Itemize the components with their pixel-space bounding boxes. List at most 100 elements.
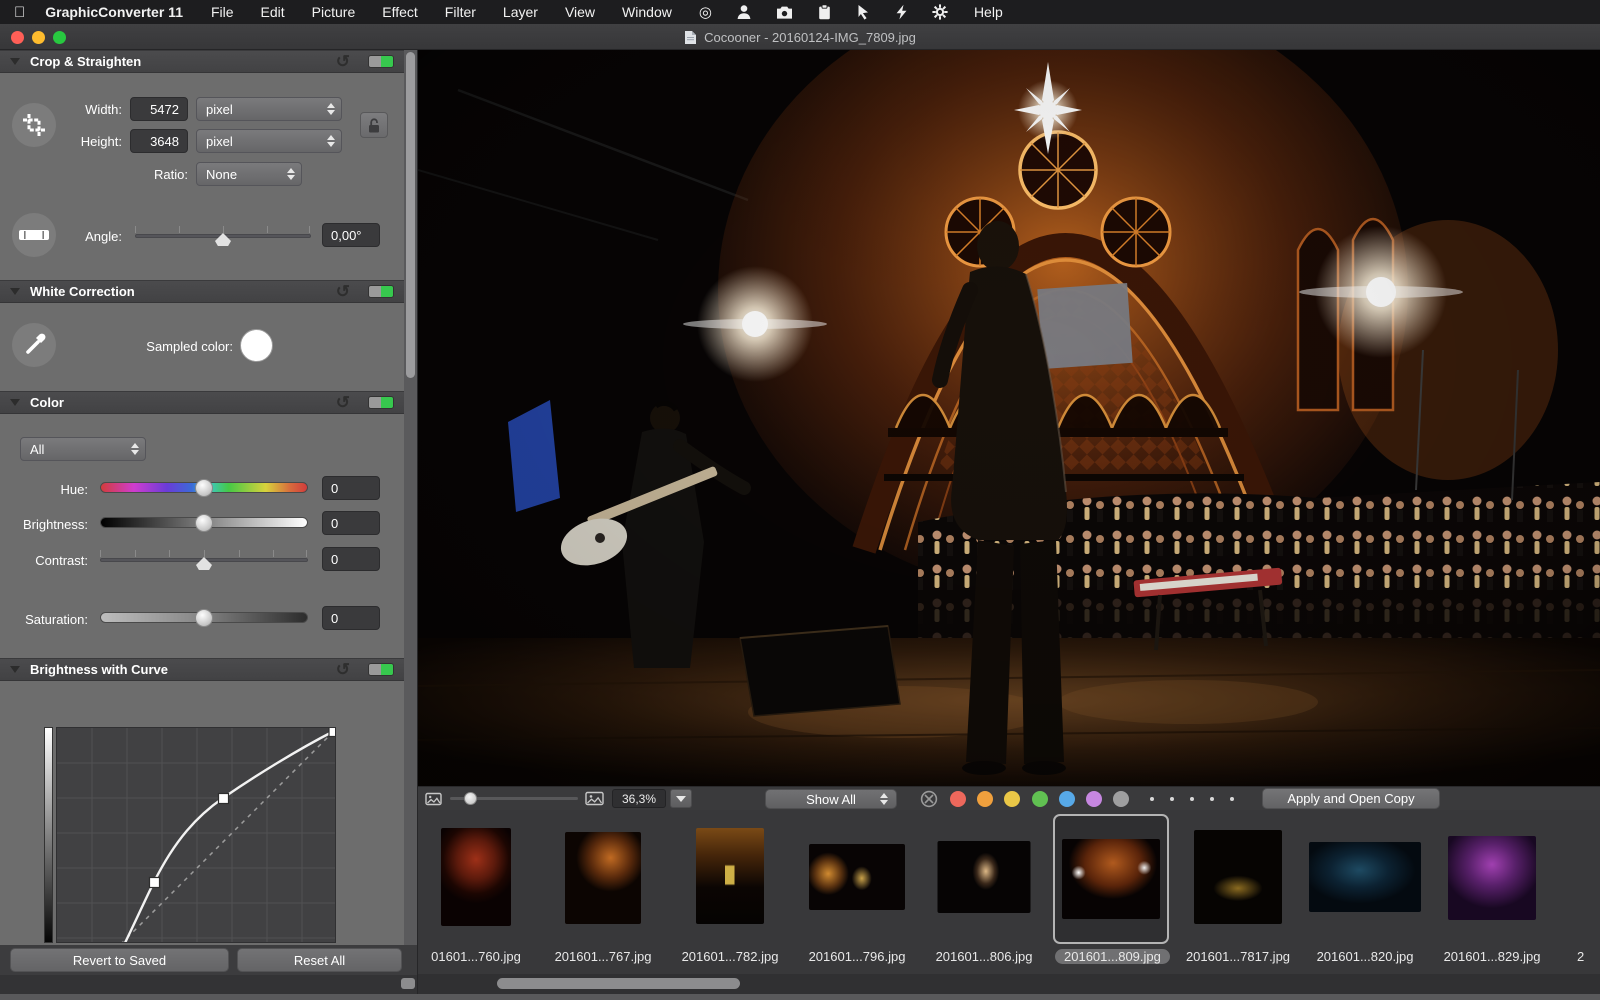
cursor-icon[interactable] — [856, 4, 871, 20]
gear-icon[interactable] — [932, 4, 948, 20]
filmstrip-item[interactable]: 201601...7817.jpg — [1182, 810, 1294, 974]
app-menu[interactable]: GraphicConverter 11 — [45, 4, 183, 20]
thumbnail-image[interactable] — [696, 828, 764, 924]
label-orange-button[interactable] — [977, 791, 993, 807]
panel-reset-button[interactable]: ↺ — [336, 660, 350, 680]
panel-enable-toggle[interactable] — [368, 663, 394, 676]
hue-slider[interactable] — [100, 478, 308, 498]
panel-enable-toggle[interactable] — [368, 285, 394, 298]
clipboard-icon[interactable] — [817, 4, 832, 20]
curve-panel-header[interactable]: Brightness with Curve ↺ — [0, 658, 404, 681]
label-blue-button[interactable] — [1059, 791, 1075, 807]
aspect-lock-button[interactable] — [360, 112, 388, 138]
filmstrip-item[interactable]: 201601...829.jpg — [1436, 810, 1548, 974]
saturation-slider[interactable] — [100, 608, 308, 628]
sidebar-scrollbar[interactable] — [404, 50, 417, 945]
no-label-icon[interactable] — [920, 790, 938, 808]
reset-all-button[interactable]: Reset All — [237, 948, 402, 972]
thumbnail-image[interactable] — [565, 832, 641, 924]
thumbnail-image[interactable] — [938, 841, 1031, 913]
label-gray-button[interactable] — [1113, 791, 1129, 807]
menu-picture[interactable]: Picture — [312, 4, 356, 20]
sidebar-scrollbar-thumb[interactable] — [406, 52, 415, 378]
brightness-slider[interactable] — [100, 513, 308, 533]
filmstrip-item-selected[interactable]: 201601...809.jpg — [1055, 810, 1167, 974]
filmstrip-scrollbar-thumb[interactable] — [497, 978, 740, 989]
angle-slider[interactable] — [135, 225, 311, 245]
menu-help[interactable]: Help — [974, 4, 1003, 20]
flash-icon[interactable] — [895, 4, 908, 20]
width-input[interactable]: 5472 — [130, 97, 188, 121]
channel-dropdown[interactable]: All — [20, 437, 146, 461]
height-unit-dropdown[interactable]: pixel — [196, 129, 342, 153]
height-input[interactable]: 3648 — [130, 129, 188, 153]
rating-dot-3[interactable] — [1190, 797, 1194, 801]
saturation-value-field[interactable]: 0 — [322, 606, 380, 630]
width-unit-dropdown[interactable]: pixel — [196, 97, 342, 121]
sampled-color-swatch[interactable] — [240, 329, 273, 362]
thumbnail-image[interactable] — [1062, 839, 1160, 919]
zoom-level-field[interactable]: 36,3% — [612, 789, 666, 808]
filter-dropdown[interactable]: Show All — [765, 789, 897, 809]
photo-canvas[interactable] — [418, 50, 1600, 786]
menu-filter[interactable]: Filter — [445, 4, 476, 20]
rating-dot-2[interactable] — [1170, 797, 1174, 801]
thumbnail-image[interactable] — [1194, 830, 1282, 924]
label-red-button[interactable] — [950, 791, 966, 807]
filmstrip-item[interactable]: 201601...820.jpg — [1309, 810, 1421, 974]
menu-view[interactable]: View — [565, 4, 595, 20]
filmstrip-item[interactable]: 201601...806.jpg — [928, 810, 1040, 974]
menu-window[interactable]: Window — [622, 4, 672, 20]
filmstrip-item[interactable]: 201601...767.jpg — [547, 810, 659, 974]
disclosure-triangle[interactable] — [10, 288, 20, 295]
label-yellow-button[interactable] — [1004, 791, 1020, 807]
angle-value-field[interactable]: 0,00° — [322, 223, 380, 247]
menu-layer[interactable]: Layer — [503, 4, 538, 20]
brightness-value-field[interactable]: 0 — [322, 511, 380, 535]
filmstrip-scrollbar[interactable] — [418, 974, 1600, 994]
panel-reset-button[interactable]: ↺ — [336, 393, 350, 413]
thumbnail-size-thumb[interactable] — [464, 792, 477, 805]
thumbnail-image[interactable] — [809, 844, 905, 910]
rating-dot-1[interactable] — [1150, 797, 1154, 801]
menu-file[interactable]: File — [211, 4, 234, 20]
disclosure-triangle[interactable] — [10, 58, 20, 65]
crop-panel-header[interactable]: Crop & Straighten ↺ — [0, 50, 404, 73]
filmstrip-item[interactable]: 01601...760.jpg — [420, 810, 532, 974]
panel-reset-button[interactable]: ↺ — [336, 282, 350, 302]
contrast-value-field[interactable]: 0 — [322, 547, 380, 571]
hue-value-field[interactable]: 0 — [322, 476, 380, 500]
menu-edit[interactable]: Edit — [261, 4, 285, 20]
filmstrip-item[interactable]: 2 — [1563, 810, 1600, 974]
panel-enable-toggle[interactable] — [368, 396, 394, 409]
brightness-slider-thumb[interactable] — [195, 514, 213, 532]
saturation-slider-thumb[interactable] — [195, 609, 213, 627]
thumbnail-image[interactable] — [1309, 842, 1421, 912]
filmstrip-item[interactable]: 201601...796.jpg — [801, 810, 913, 974]
color-panel-header[interactable]: Color ↺ — [0, 391, 404, 414]
menu-effect[interactable]: Effect — [382, 4, 418, 20]
white-panel-header[interactable]: White Correction ↺ — [0, 280, 404, 303]
user-icon[interactable] — [736, 4, 752, 20]
label-purple-button[interactable] — [1086, 791, 1102, 807]
zoom-dropdown-button[interactable] — [670, 789, 692, 808]
disclosure-triangle[interactable] — [10, 666, 20, 673]
thumbnail-size-slider[interactable] — [450, 797, 578, 800]
eyedropper-icon[interactable] — [12, 323, 56, 367]
panel-reset-button[interactable]: ↺ — [336, 52, 350, 72]
apple-menu-icon[interactable]:  — [14, 4, 25, 21]
filmstrip-item[interactable]: 201601...782.jpg — [674, 810, 786, 974]
contrast-slider[interactable] — [100, 549, 308, 569]
camera-icon[interactable] — [776, 5, 793, 20]
apply-and-open-copy-button[interactable]: Apply and Open Copy — [1262, 788, 1440, 809]
rating-dot-5[interactable] — [1230, 797, 1234, 801]
curve-editor[interactable] — [56, 727, 336, 943]
rating-dot-4[interactable] — [1210, 797, 1214, 801]
thumbnail-image[interactable] — [441, 828, 511, 926]
label-green-button[interactable] — [1032, 791, 1048, 807]
disclosure-triangle[interactable] — [10, 399, 20, 406]
hue-slider-thumb[interactable] — [195, 479, 213, 497]
ratio-dropdown[interactable]: None — [196, 162, 302, 186]
panel-enable-toggle[interactable] — [368, 55, 394, 68]
thumbnail-image[interactable] — [1448, 836, 1536, 920]
